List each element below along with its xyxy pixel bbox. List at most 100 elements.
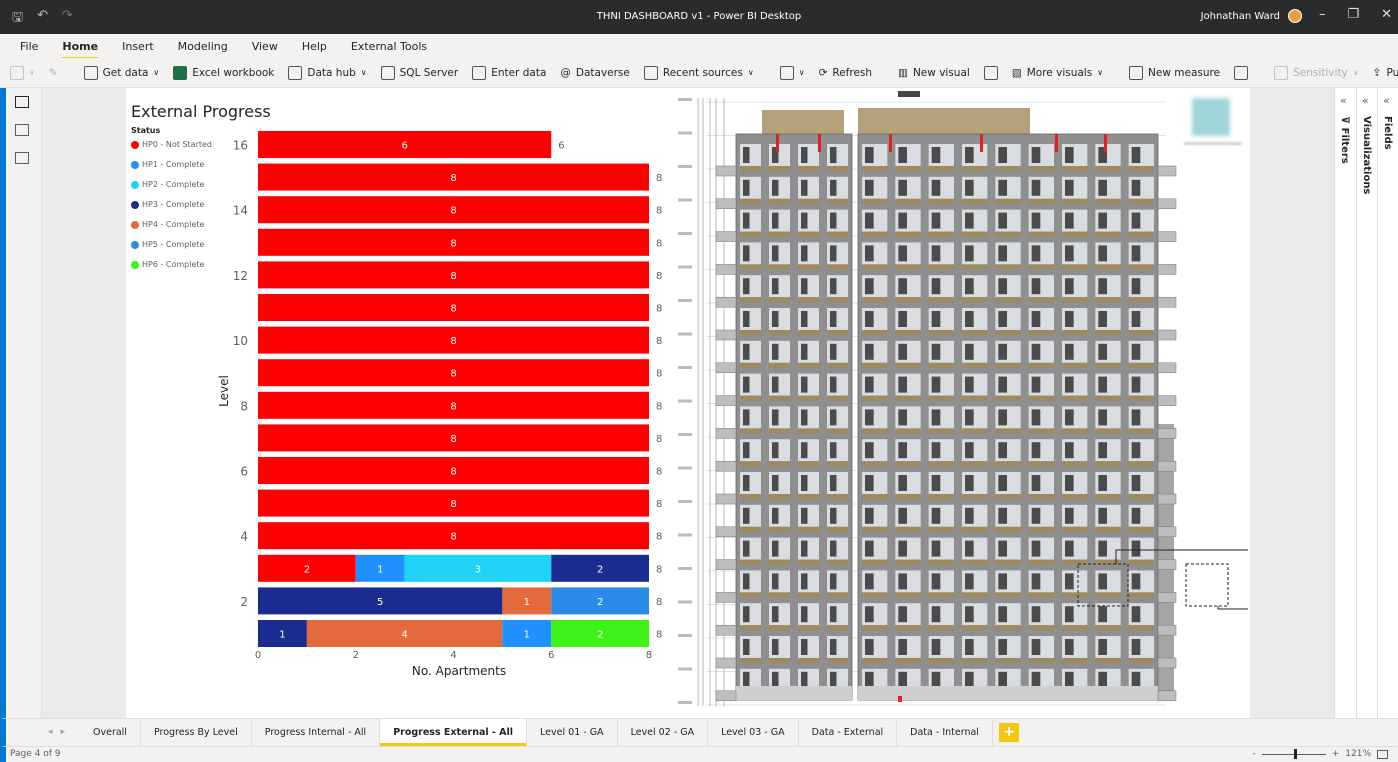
fit-to-page-icon[interactable] [1377,749,1388,759]
window-pane [998,639,1007,655]
window-pane [801,179,808,196]
collapse-icon[interactable]: « [1362,94,1369,107]
window-pane [830,212,837,229]
menu-insert[interactable]: Insert [122,36,154,57]
tab-level-03-ga[interactable]: Level 03 - GA [708,719,799,746]
window-pane [1098,179,1107,196]
filters-label[interactable]: ⊽ Filters [1339,116,1350,164]
data-view-icon[interactable] [15,124,29,136]
tab-level-01-ga[interactable]: Level 01 - GA [527,719,618,746]
user-account[interactable]: Johnathan Ward [1201,9,1302,23]
balcony [995,658,1021,663]
menu-help[interactable]: Help [302,36,327,57]
window-pane [931,442,941,459]
enter-data-button[interactable]: Enter data [472,65,546,80]
window-pane [898,573,907,590]
data-hub-button[interactable]: Data hub ∨ [288,65,367,80]
excel-workbook-button[interactable]: Excel workbook [173,65,274,80]
balcony [862,494,888,499]
new-measure-button[interactable]: New measure [1129,65,1220,80]
transform-button[interactable]: ∨ [779,65,805,80]
tab-scroll-arrows[interactable]: ◂▸ [48,727,73,737]
building-elevation-image[interactable] [676,88,1250,718]
paste-button[interactable]: ∨ [10,65,35,80]
menu-bar: File Home Insert Modeling View Help Exte… [0,34,1398,59]
window-pane [898,343,907,360]
tab-data-external[interactable]: Data - External [799,719,898,746]
dataverse-button[interactable]: @ Dataverse [560,67,630,79]
menu-home[interactable]: Home [62,36,98,59]
y-axis-title: Level [217,375,231,407]
window-pane [931,639,941,655]
tab-progress-internal-all[interactable]: Progress Internal - All [252,719,381,746]
window-pane [965,212,974,229]
y-tick-label: 6 [240,465,248,479]
sql-server-button[interactable]: SQL Server [380,65,458,80]
tab-data-internal[interactable]: Data - Internal [897,719,993,746]
balcony [827,494,848,499]
balcony [1095,658,1121,663]
visualizations-pane[interactable]: « Visualizations [1357,88,1378,718]
side-balcony [1157,165,1177,177]
menu-external-tools[interactable]: External Tools [351,36,427,57]
bar-data-label: 8 [450,304,456,315]
refresh-button[interactable]: ⟳ Refresh [819,67,872,79]
level-tag [678,98,692,101]
format-painter-button[interactable]: ✎ [49,67,58,79]
balcony [740,330,761,335]
fields-label[interactable]: Fields [1382,116,1393,150]
balcony [1062,330,1088,335]
zoom-out-button[interactable]: - [1252,749,1255,759]
filters-pane[interactable]: « ⊽ Filters [1335,88,1357,718]
window-pane [998,179,1007,196]
window-pane [998,606,1007,623]
menu-view[interactable]: View [252,36,278,57]
bar-data-label: 8 [450,173,456,184]
text-box-button[interactable] [983,65,998,80]
balcony [740,395,761,401]
title-bar: 🖫 ↶ ↷ THNI DASHBOARD v1 - Power BI Deskt… [0,0,1398,34]
tab-overall[interactable]: Overall [80,719,141,746]
sensitivity-button[interactable]: Sensitivity ∨ [1274,65,1359,80]
menu-modeling[interactable]: Modeling [178,36,228,57]
tab-progress-by-level[interactable]: Progress By Level [141,719,252,746]
add-page-button[interactable]: + [998,723,1019,742]
zoom-slider-thumb[interactable] [1293,748,1297,759]
bar-data-label: 8 [450,401,456,412]
close-button[interactable]: ✕ [1381,7,1392,22]
roof-marker [1104,134,1107,152]
tab-progress-external-all[interactable]: Progress External - All [380,719,528,746]
tab-level-02-ga[interactable]: Level 02 - GA [618,719,709,746]
avatar[interactable] [1288,9,1302,23]
window-pane [1031,376,1041,393]
report-view-icon[interactable] [15,96,29,108]
get-data-button[interactable]: Get data ∨ [83,65,159,80]
balcony [962,461,988,467]
fields-pane[interactable]: « Fields [1378,88,1398,718]
model-view-icon[interactable] [15,152,29,164]
zoom-slider[interactable] [1261,748,1326,759]
refresh-icon: ⟳ [818,66,828,79]
new-visual-button[interactable]: ▥ New visual [898,67,970,79]
collapse-icon[interactable]: « [1383,94,1390,107]
visualizations-label[interactable]: Visualizations [1361,116,1372,194]
balcony [740,198,761,204]
balcony [895,166,921,171]
balcony [827,658,848,663]
menu-file[interactable]: File [20,36,38,57]
quick-measure-button[interactable] [1234,65,1249,80]
zoom-in-button[interactable]: + [1332,749,1340,759]
publish-button[interactable]: ⇪Publish [1373,67,1398,79]
recent-sources-button[interactable]: Recent sources ∨ [643,65,754,80]
level-tag [678,500,692,503]
balcony [827,395,848,401]
window-pane [772,409,779,426]
window-pane [1065,639,1074,655]
balcony [962,494,988,499]
minimize-button[interactable]: – [1319,7,1326,22]
window-pane [1098,540,1107,557]
collapse-icon[interactable]: « [1340,94,1347,107]
window-pane [998,212,1007,229]
more-visuals-button[interactable]: ▧ More visuals ∨ [1012,67,1103,79]
restore-button[interactable]: ❐ [1347,7,1359,22]
